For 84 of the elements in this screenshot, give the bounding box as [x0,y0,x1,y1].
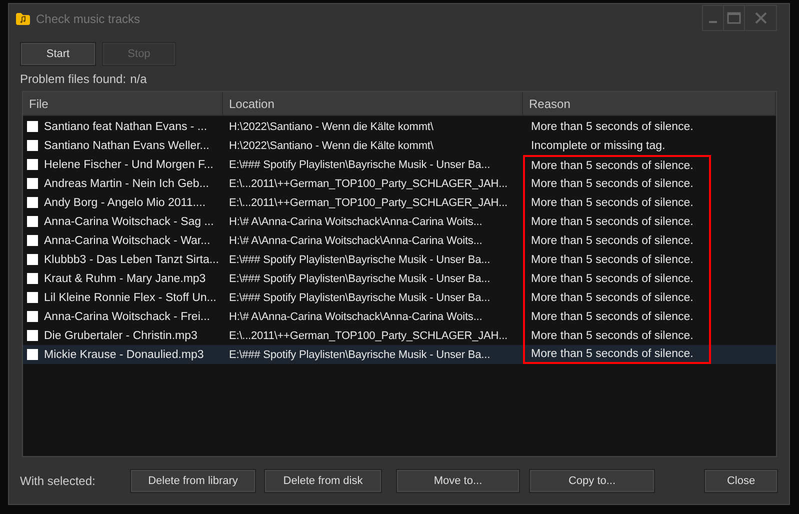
window-title: Check music tracks [36,12,140,26]
problem-reason: More than 5 seconds of silence. [531,254,694,266]
problem-reason: More than 5 seconds of silence. [531,310,694,322]
table-row[interactable]: Andy Borg - Angelo Mio 2011.... E:\...2011\++German_TOP100_Party_SCHLAGER_JAH... More than 5 seconds of silence. [23,193,776,212]
file-name: Mickie Krause - Donaulied.mp3 [44,348,204,360]
problem-reason: More than 5 seconds of silence. [531,160,694,172]
minimize-icon [709,21,717,23]
checkbox[interactable] [27,349,38,360]
close-icon [754,12,766,24]
file-location: E:\### Spotify Playlisten\Bayrische Musik - Unser Ba... [229,254,490,266]
table-row[interactable]: Santiano feat Nathan Evans - ... H:\2022\Santiano - Wenn die Kälte kommt\ More than 5 seconds of silence. [23,117,776,136]
file-name: Klubbb3 - Das Leben Tanzt Sirta... [44,254,219,266]
file-name: Anna-Carina Woitschack - War... [44,234,210,246]
file-location: E:\### Spotify Playlisten\Bayrische Musik - Unser Ba... [229,348,490,360]
file-location: E:\### Spotify Playlisten\Bayrische Musik - Unser Ba... [229,158,490,170]
action-button[interactable]: Delete from library [130,469,256,493]
checkbox[interactable] [27,330,38,341]
file-name: Andy Borg - Angelo Mio 2011.... [44,196,206,208]
status-label: Problem files found: [20,72,126,86]
maximize-button[interactable] [723,5,745,31]
problem-reason: More than 5 seconds of silence. [531,272,694,284]
file-name: Andreas Martin - Nein Ich Geb... [44,178,209,190]
problem-reason: More than 5 seconds of silence. [531,216,694,228]
problem-reason: Incomplete or missing tag. [531,140,666,152]
file-name: Helene Fischer - Und Morgen F... [44,158,214,170]
checkbox[interactable] [27,197,38,208]
file-location: E:\### Spotify Playlisten\Bayrische Musik - Unser Ba... [229,292,490,304]
file-location: E:\...2011\++German_TOP100_Party_SCHLAGER_JAH... [229,330,508,342]
file-name: Santiano Nathan Evans Weller... [44,140,210,152]
action-button[interactable]: Delete from disk [264,469,382,493]
table-row[interactable]: Santiano Nathan Evans Weller... H:\2022\Santiano - Wenn die Kälte kommt\ Incomplete or missing tag. [23,136,776,155]
with-selected-label: With selected: [20,474,96,488]
action-button[interactable]: Copy to... [529,469,655,493]
file-name: Kraut & Ruhm - Mary Jane.mp3 [44,272,206,284]
table-row[interactable]: Helene Fischer - Und Morgen F... E:\### Spotify Playlisten\Bayrische Musik - Unser Ba... More than 5 seconds of silence. [23,155,776,174]
checkbox[interactable] [27,292,38,303]
table-row[interactable]: Kraut & Ruhm - Mary Jane.mp3 E:\### Spotify Playlisten\Bayrische Musik - Unser Ba... More than 5 seconds of silence. [23,269,776,288]
checkbox[interactable] [27,216,38,227]
table-row[interactable]: Anna-Carina Woitschack - War... H:\# A\Anna-Carina Woitschack\Anna-Carina Woits... More than 5 seconds of silence. [23,231,776,250]
table-row[interactable]: Anna-Carina Woitschack - Sag ... H:\# A\Anna-Carina Woitschack\Anna-Carina Woits... More than 5 seconds of silence. [23,212,776,231]
file-name: Lil Kleine Ronnie Flex - Stoff Un... [44,292,216,304]
table-row[interactable]: Anna-Carina Woitschack - Frei... H:\# A\Anna-Carina Woitschack\Anna-Carina Woits... More than 5 seconds of silence. [23,307,776,326]
file-location: H:\2022\Santiano - Wenn die Kälte kommt\ [229,120,434,132]
status-value: n/a [130,72,147,86]
checkbox[interactable] [27,178,38,189]
checkbox[interactable] [27,159,38,170]
checkbox[interactable] [27,235,38,246]
column-header[interactable]: File [23,92,223,115]
close-dialog-button[interactable]: Close [704,469,778,493]
table-row[interactable]: Lil Kleine Ronnie Flex - Stoff Un... E:\### Spotify Playlisten\Bayrische Musik - Unser Ba... More than 5 seconds of silence. [23,288,776,307]
column-header[interactable]: Location [223,92,523,115]
close-button[interactable] [744,5,777,31]
maximize-icon [727,12,741,24]
file-location: E:\### Spotify Playlisten\Bayrische Musik - Unser Ba... [229,272,490,284]
file-name: Anna-Carina Woitschack - Frei... [44,310,210,322]
file-location: H:\# A\Anna-Carina Woitschack\Anna-Carina Woits... [229,310,482,322]
table-row[interactable]: Mickie Krause - Donaulied.mp3 E:\### Spotify Playlisten\Bayrische Musik - Unser Ba... More than 5 seconds of silence. [23,345,776,364]
file-name: Anna-Carina Woitschack - Sag ... [44,216,214,228]
checkbox[interactable] [27,140,38,151]
file-location: E:\...2011\++German_TOP100_Party_SCHLAGER_JAH... [229,178,508,190]
checkbox[interactable] [27,311,38,322]
table-row[interactable]: Klubbb3 - Das Leben Tanzt Sirta... E:\### Spotify Playlisten\Bayrische Musik - Unser Ba... More than 5 seconds of silence. [23,250,776,269]
minimize-button[interactable] [702,5,724,31]
problem-reason: More than 5 seconds of silence. [531,330,694,342]
problem-reason: More than 5 seconds of silence. [531,120,694,132]
table-row[interactable]: Andreas Martin - Nein Ich Geb... E:\...2011\++German_TOP100_Party_SCHLAGER_JAH... More than 5 seconds of silence. [23,174,776,193]
problem-reason: More than 5 seconds of silence. [531,292,694,304]
problem-reason: More than 5 seconds of silence. [531,196,694,208]
checkbox[interactable] [27,121,38,132]
problem-reason: More than 5 seconds of silence. [531,348,694,360]
action-button[interactable]: Move to... [396,469,520,493]
file-location: H:\# A\Anna-Carina Woitschack\Anna-Carina Woits... [229,216,482,228]
checkbox[interactable] [27,273,38,284]
folder-music-icon [15,11,31,27]
problem-reason: More than 5 seconds of silence. [531,178,694,190]
column-header[interactable]: Reason [523,92,776,115]
file-location: E:\...2011\++German_TOP100_Party_SCHLAGER_JAH... [229,196,508,208]
start-button[interactable]: Start [20,42,96,66]
problem-reason: More than 5 seconds of silence. [531,234,694,246]
checkbox[interactable] [27,254,38,265]
file-name: Die Grubertaler - Christin.mp3 [44,330,198,342]
file-name: Santiano feat Nathan Evans - ... [44,120,208,132]
file-location: H:\2022\Santiano - Wenn die Kälte kommt\ [229,140,434,152]
file-location: H:\# A\Anna-Carina Woitschack\Anna-Carina Woits... [229,234,482,246]
